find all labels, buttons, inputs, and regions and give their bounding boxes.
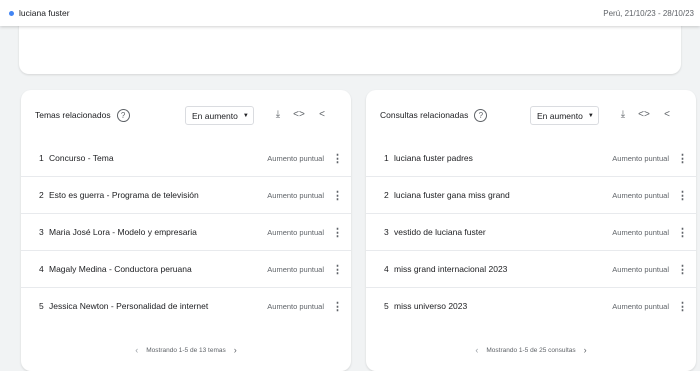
search-term-bar: luciana fuster Perú, 21/10/23 - 28/10/23 [0,0,700,26]
search-term-label: luciana fuster [19,8,70,18]
chevron-left-icon[interactable]: ‹ [135,345,138,355]
item-label[interactable]: Esto es guerra - Programa de televisión [49,190,199,200]
rank: 4 [384,264,389,274]
item-value: Aumento puntual [267,264,324,274]
item-label[interactable]: miss universo 2023 [394,301,467,311]
list-item[interactable]: 3 vestido de luciana fuster Aumento punt… [366,214,696,251]
card-title: Consultas relacionadas [380,110,469,120]
help-circle-icon[interactable]: ? [474,108,488,122]
item-value: Aumento puntual [612,227,669,237]
chevron-left-icon[interactable]: ‹ [475,345,478,355]
item-value: Aumento puntual [267,301,324,311]
list-item[interactable]: 1 Concurso - Tema Aumento puntual ⋮ [21,140,351,177]
item-label[interactable]: vestido de luciana fuster [394,227,486,237]
item-label[interactable]: luciana fuster padres [394,153,473,163]
caret-down-icon: ▼ [587,112,594,119]
item-label[interactable]: Magaly Medina - Conductora peruana [49,264,192,274]
related-queries-card: Consultas relacionadas ? En aumento ▼ ⤓ … [366,90,696,371]
item-label[interactable]: Concurso - Tema [49,153,114,163]
item-label[interactable]: miss grand internacional 2023 [394,264,507,274]
embed-code-icon[interactable]: <> [637,107,651,123]
share-icon[interactable]: < [315,107,329,123]
item-value: Aumento puntual [612,264,669,274]
rank: 5 [39,301,44,311]
rank: 1 [39,153,44,163]
list-item[interactable]: 2 Esto es guerra - Programa de televisió… [21,177,351,214]
more-vert-icon[interactable]: ⋮ [677,226,688,239]
list-item[interactable]: 5 miss universo 2023 Aumento puntual ⋮ [366,288,696,324]
rank: 1 [384,153,389,163]
item-label[interactable]: Jessica Newton - Personalidad de interne… [49,301,208,311]
help-circle-icon[interactable]: ? [116,108,130,122]
list-item[interactable]: 3 Maria José Lora - Modelo y empresaria … [21,214,351,251]
previous-card-bottom [19,22,681,74]
list-item[interactable]: 1 luciana fuster padres Aumento puntual … [366,140,696,177]
more-vert-icon[interactable]: ⋮ [332,263,343,276]
more-vert-icon[interactable]: ⋮ [332,300,343,313]
chevron-right-icon[interactable]: › [584,345,587,355]
card-title: Temas relacionados [35,110,111,120]
trend-filter-value: En aumento [192,110,238,121]
more-vert-icon[interactable]: ⋮ [677,263,688,276]
region-date-range: Perú, 21/10/23 - 28/10/23 [603,8,694,18]
related-topics-card: Temas relacionados ? En aumento ▼ ⤓ <> <… [21,90,351,371]
list-item[interactable]: 2 luciana fuster gana miss grand Aumento… [366,177,696,214]
embed-code-icon[interactable]: <> [292,107,306,123]
item-value: Aumento puntual [612,190,669,200]
pagination: ‹ Mostrando 1-5 de 25 consultas › [366,343,696,357]
trend-filter-select[interactable]: En aumento ▼ [185,106,254,125]
more-vert-icon[interactable]: ⋮ [677,152,688,165]
item-value: Aumento puntual [267,153,324,163]
more-vert-icon[interactable]: ⋮ [332,152,343,165]
list-item[interactable]: 5 Jessica Newton - Personalidad de inter… [21,288,351,324]
trend-filter-value: En aumento [537,110,583,121]
related-queries-list: 1 luciana fuster padres Aumento puntual … [366,140,696,324]
chevron-right-icon[interactable]: › [234,345,237,355]
rank: 5 [384,301,389,311]
card-header: Consultas relacionadas ? En aumento ▼ ⤓ … [366,104,696,126]
download-icon[interactable]: ⤓ [616,107,630,123]
more-vert-icon[interactable]: ⋮ [677,300,688,313]
list-item[interactable]: 4 miss grand internacional 2023 Aumento … [366,251,696,288]
caret-down-icon: ▼ [242,112,249,119]
item-value: Aumento puntual [267,190,324,200]
rank: 3 [39,227,44,237]
card-header: Temas relacionados ? En aumento ▼ ⤓ <> < [21,104,351,126]
pagination: ‹ Mostrando 1-5 de 13 temas › [21,343,351,357]
rank: 3 [384,227,389,237]
item-value: Aumento puntual [612,153,669,163]
related-topics-list: 1 Concurso - Tema Aumento puntual ⋮ 2 Es… [21,140,351,324]
pagination-label: Mostrando 1-5 de 13 temas [146,346,226,354]
trend-filter-select[interactable]: En aumento ▼ [530,106,599,125]
more-vert-icon[interactable]: ⋮ [677,189,688,202]
series-color-dot [9,10,14,16]
item-label[interactable]: Maria José Lora - Modelo y empresaria [49,227,197,237]
item-value: Aumento puntual [612,301,669,311]
more-vert-icon[interactable]: ⋮ [332,226,343,239]
more-vert-icon[interactable]: ⋮ [332,189,343,202]
download-icon[interactable]: ⤓ [271,107,285,123]
item-label[interactable]: luciana fuster gana miss grand [394,190,510,200]
rank: 4 [39,264,44,274]
rank: 2 [384,190,389,200]
pagination-label: Mostrando 1-5 de 25 consultas [486,346,576,354]
share-icon[interactable]: < [660,107,674,123]
list-item[interactable]: 4 Magaly Medina - Conductora peruana Aum… [21,251,351,288]
rank: 2 [39,190,44,200]
item-value: Aumento puntual [267,227,324,237]
